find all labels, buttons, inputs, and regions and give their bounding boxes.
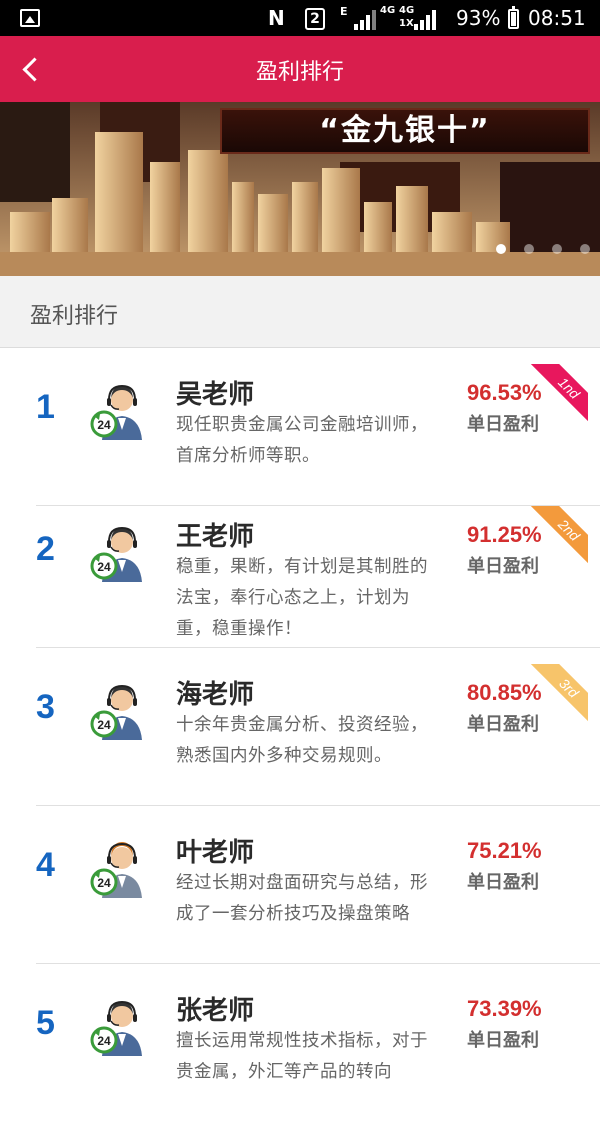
avatar-badge-text: 24 [97,418,111,432]
profit-label: 单日盈利 [467,714,539,735]
sim-slot-icon: 2 [305,8,325,30]
ranking-item[interactable]: 5 24 张老师 擅长运用常规性技术指标，对于贵金属，外汇等产品的转向 73.3… [0,964,600,1122]
rank-ribbon: 3rd [530,664,588,722]
teacher-avatar-icon: 24 [90,684,142,740]
rank-number: 4 [36,846,55,884]
rank-number: 3 [36,688,55,726]
rank-ribbon-text: 2nd [530,506,588,564]
carousel-dot[interactable] [496,244,506,254]
network-type-e: E [340,5,348,18]
profit-label: 单日盈利 [467,414,539,435]
status-bar: N 2 E 4G 4G 1X 93% 08:51 [0,0,600,36]
teacher-description: 擅长运用常规性技术指标，对于贵金属，外汇等产品的转向 [176,1031,428,1082]
teacher-name: 叶老师 [176,838,255,868]
rank-number: 5 [36,1004,55,1042]
avatar-badge-text: 24 [97,560,111,574]
rank-ribbon-text: 1nd [530,364,588,422]
teacher-avatar-icon: 24 [90,384,142,440]
app-header: 盈利排行 [0,36,600,102]
profit-percent: 75.21% [467,838,542,863]
signal-icon-2 [412,8,442,30]
teacher-description: 十余年贵金属分析、投资经验，熟悉国内外多种交易规则。 [176,715,428,766]
section-header: 盈利排行 [0,276,600,348]
profit-label: 单日盈利 [467,872,539,893]
ranking-item[interactable]: 1 24 吴老师 现任职贵金属公司金融培训师，首席分析师等职。 96.53% 单… [0,348,600,506]
profit-percent: 73.39% [467,996,542,1021]
network-type-4g-a: 4G [380,5,396,16]
teacher-avatar-icon: 24 [90,526,142,582]
clock: 08:51 [528,6,586,30]
avatar-badge-text: 24 [97,1034,111,1048]
teacher-name: 王老师 [176,522,255,552]
teacher-description: 经过长期对盘面研究与总结，形成了一套分析技巧及操盘策略 [176,873,428,924]
carousel-dot[interactable] [552,244,562,254]
ranking-item[interactable]: 3 24 海老师 十余年贵金属分析、投资经验，熟悉国内外多种交易规则。 80.8… [0,648,600,806]
ranking-item[interactable]: 4 24 叶老师 经过长期对盘面研究与总结，形成了一套分析技巧及操盘策略 75.… [0,806,600,964]
section-title: 盈利排行 [30,304,119,329]
ranking-item[interactable]: 2 24 王老师 稳重，果断，有计划是其制胜的法宝，奉行心态之上，计划为重，稳重… [0,490,600,648]
page-title: 盈利排行 [255,60,344,85]
avatar-badge-text: 24 [97,718,111,732]
profit-label: 单日盈利 [467,556,539,577]
rank-ribbon: 1nd [530,364,588,422]
rank-number: 1 [36,388,55,426]
teacher-description: 现任职贵金属公司金融培训师，首席分析师等职。 [176,415,428,466]
banner-headline: “金九银十” [220,108,590,154]
carousel-dot[interactable] [524,244,534,254]
battery-percent: 93% [456,6,501,30]
promo-banner[interactable]: “金九银十” [0,102,600,276]
carousel-dot[interactable] [580,244,590,254]
teacher-description: 稳重，果断，有计划是其制胜的法宝，奉行心态之上，计划为重，稳重操作！ [176,557,428,639]
avatar-badge-text: 24 [97,876,111,890]
rank-ribbon: 2nd [530,506,588,564]
nfc-icon: N [268,6,285,30]
teacher-name: 张老师 [176,996,255,1026]
teacher-name: 海老师 [176,680,255,710]
teacher-name: 吴老师 [176,380,255,410]
rank-ribbon-text: 3rd [530,664,588,722]
teacher-avatar-icon: 24 [90,842,142,898]
teacher-avatar-icon: 24 [90,1000,142,1056]
profit-label: 单日盈利 [467,1030,539,1051]
signal-icon-1 [352,8,382,30]
gallery-notification-icon [20,9,40,27]
rank-number: 2 [36,530,55,568]
battery-icon [508,6,519,29]
carousel-indicator [496,244,590,254]
